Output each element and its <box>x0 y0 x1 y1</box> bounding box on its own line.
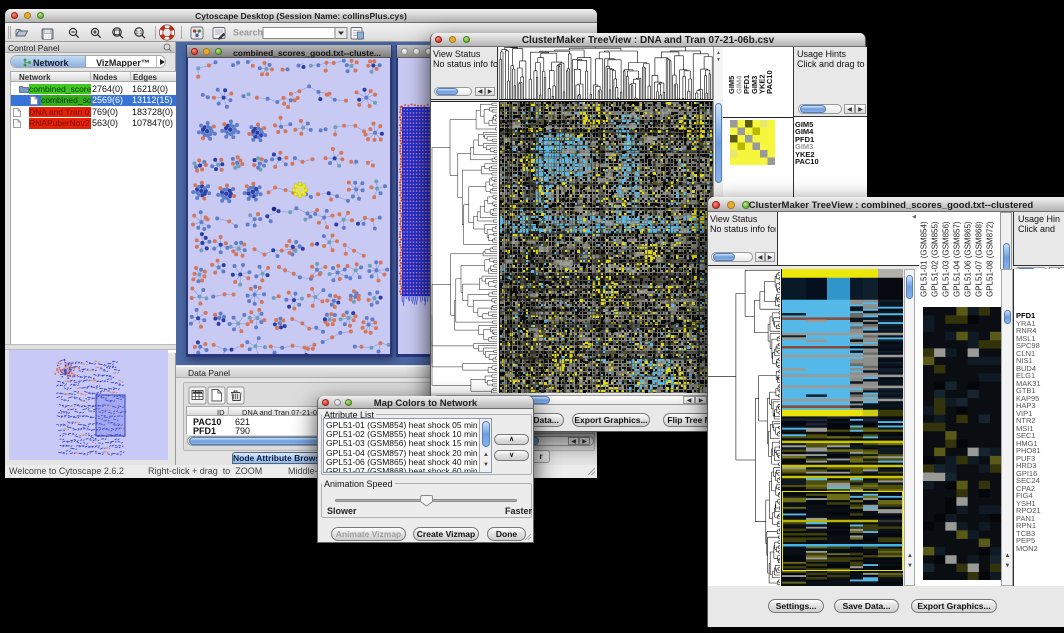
svg-text:PAC10: PAC10 <box>765 70 774 94</box>
svg-text:GPL51-08 (GSM872): GPL51-08 (GSM872) <box>986 221 995 297</box>
svg-text:GPL51-01 (GSM854): GPL51-01 (GSM854) <box>920 221 929 297</box>
svg-text:Search:: Search: <box>233 28 266 38</box>
svg-text:GPL51-02 (GSM855): GPL51-02 (GSM855) <box>931 221 940 297</box>
svg-text:1:1: 1:1 <box>136 30 143 36</box>
svg-text:GPL51-03 (GSM856): GPL51-03 (GSM856) <box>942 221 951 297</box>
svg-text:GPL51-07 (GSM868): GPL51-07 (GSM868) <box>975 221 984 297</box>
svg-text:GPL51-06 (GSM865): GPL51-06 (GSM865) <box>964 221 973 297</box>
svg-text:GPL51-04 (GSM857): GPL51-04 (GSM857) <box>953 221 962 297</box>
